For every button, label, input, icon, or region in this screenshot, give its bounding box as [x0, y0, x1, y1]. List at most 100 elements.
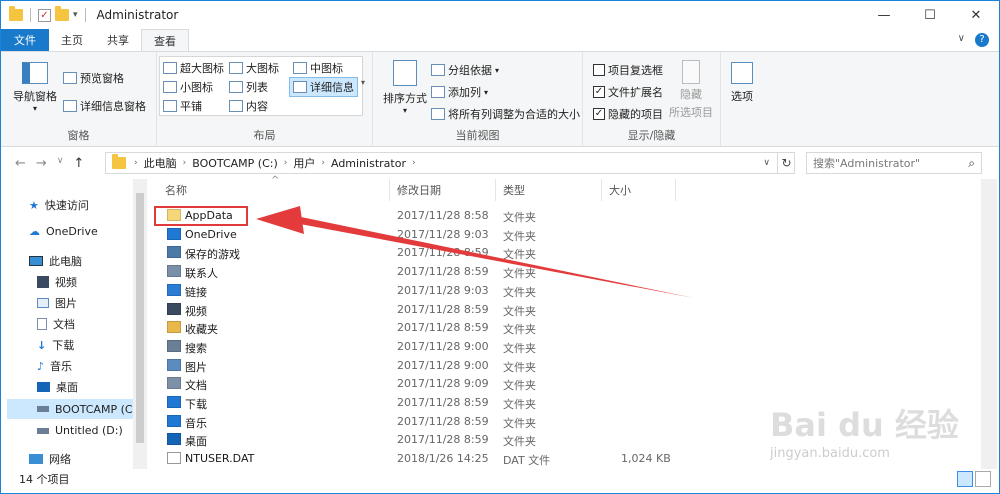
content-icon [229, 100, 243, 112]
checkbox: ✓ [593, 86, 605, 98]
xlarge-icons-icon [163, 62, 177, 74]
table-row[interactable]: NTUSER.DAT 2018/1/26 14:25 DAT 文件 1,024 KB [151, 450, 691, 469]
options-button[interactable]: 选项 [731, 62, 753, 104]
file-name: 下载 [185, 398, 207, 411]
sidebar-item-desktop[interactable]: 桌面 [37, 379, 78, 395]
sidebar-item-drive-d[interactable]: Untitled (D:) [37, 424, 123, 437]
column-header-modified[interactable]: 修改日期 [397, 179, 441, 201]
window-title: Administrator [96, 8, 179, 22]
layout-small-icons[interactable]: 小图标 [163, 79, 213, 95]
file-type: 文件夹 [503, 323, 536, 337]
table-row[interactable]: OneDrive 2017/11/28 9:03 文件夹 [151, 226, 691, 245]
watermark-url: jingyan.baidu.com [770, 446, 890, 461]
table-row[interactable]: 音乐 2017/11/28 8:59 文件夹 [151, 413, 691, 432]
preview-pane-icon [63, 72, 77, 84]
table-row[interactable]: 桌面 2017/11/28 8:59 文件夹 [151, 431, 691, 450]
item-count: 14 个项目 [19, 473, 70, 486]
fit-columns-button[interactable]: 将所有列调整为合适的大小 [431, 106, 580, 122]
search-input[interactable]: 搜索"Administrator" ⌕ [806, 152, 982, 174]
table-row[interactable]: 链接 2017/11/28 9:03 文件夹 [151, 282, 691, 301]
file-type: 文件夹 [503, 248, 536, 262]
layout-list[interactable]: 列表 [229, 79, 268, 95]
details-icon [293, 81, 307, 93]
sidebar-item-bootcamp[interactable]: BOOTCAMP (C [7, 399, 133, 419]
address-dropdown-icon[interactable]: ∨ [763, 158, 770, 168]
item-checkboxes-toggle[interactable]: 项目复选框 [593, 62, 663, 78]
column-header-size[interactable]: 大小 [609, 179, 631, 201]
forward-icon[interactable]: → [36, 156, 47, 171]
sidebar-item-this-pc[interactable]: 此电脑 [29, 253, 82, 269]
column-header-name[interactable]: 名称 [165, 179, 187, 201]
layout-xlarge-icons[interactable]: 超大图标 [163, 60, 224, 76]
minimize-button[interactable]: — [861, 1, 907, 29]
breadcrumb-this-pc[interactable]: 此电脑 [144, 155, 177, 171]
table-row[interactable]: 下载 2017/11/28 8:59 文件夹 [151, 394, 691, 413]
sidebar-item-pictures[interactable]: 图片 [37, 295, 77, 311]
maximize-button[interactable]: ☐ [907, 1, 953, 29]
back-icon[interactable]: ← [15, 156, 26, 171]
sidebar-item-quick-access[interactable]: ★ 快速访问 [29, 197, 89, 213]
folder-icon [167, 227, 181, 240]
sidebar-item-network[interactable]: 网络 [29, 451, 71, 467]
properties-icon[interactable]: ✓ [38, 8, 51, 22]
breadcrumb-administrator[interactable]: Administrator [331, 157, 406, 170]
large-icons-view-button[interactable] [975, 471, 991, 487]
table-row[interactable]: 文档 2017/11/28 9:09 文件夹 [151, 375, 691, 394]
breadcrumb-users[interactable]: 用户 [293, 155, 315, 171]
file-name: 搜索 [185, 341, 207, 355]
hide-selected-button[interactable]: 隐藏 所选项目 [669, 60, 713, 120]
file-icon [167, 452, 181, 465]
nav-pane-button[interactable]: 导航窗格 ▾ [13, 62, 57, 113]
collapse-ribbon-icon[interactable]: ∨ [958, 33, 965, 47]
refresh-button[interactable]: ↻ [777, 153, 795, 173]
file-modified: 2017/11/28 8:59 [397, 321, 489, 335]
ribbon-tabs: 文件 主页 共享 查看 ∨ ? [1, 29, 999, 51]
up-icon[interactable]: ↑ [73, 156, 84, 171]
add-column-button[interactable]: 添加列 ▾ [431, 84, 488, 100]
recent-locations-icon[interactable]: ∨ [57, 156, 64, 171]
table-row[interactable]: 收藏夹 2017/11/28 8:59 文件夹 [151, 319, 691, 338]
column-header-type[interactable]: 类型 [503, 179, 525, 201]
layout-tiles[interactable]: 平铺 [163, 98, 202, 114]
table-row[interactable]: 视频 2017/11/28 8:59 文件夹 [151, 301, 691, 320]
table-row[interactable]: 图片 2017/11/28 9:00 文件夹 [151, 357, 691, 376]
sidebar-item-music[interactable]: ♪ 音乐 [37, 358, 72, 374]
table-row[interactable]: 搜索 2017/11/28 9:00 文件夹 [151, 338, 691, 357]
sidebar-item-onedrive[interactable]: ☁ OneDrive [29, 225, 98, 238]
layout-details[interactable]: 详细信息 [289, 77, 358, 97]
tab-share[interactable]: 共享 [95, 29, 141, 51]
folder-icon [167, 377, 181, 390]
tab-view[interactable]: 查看 [141, 29, 189, 51]
tab-file[interactable]: 文件 [1, 29, 49, 51]
hidden-items-toggle[interactable]: ✓ 隐藏的项目 [593, 106, 663, 122]
sidebar-item-documents[interactable]: 文档 [37, 316, 75, 332]
layout-large-icons[interactable]: 大图标 [229, 60, 279, 76]
table-row[interactable]: 保存的游戏 2017/11/28 8:59 文件夹 [151, 244, 691, 263]
details-view-button[interactable] [957, 471, 973, 487]
layout-expand-icon[interactable]: ▾ [361, 78, 365, 87]
details-pane-button[interactable]: 详细信息窗格 [63, 98, 146, 114]
close-button[interactable]: ✕ [953, 1, 999, 29]
table-row[interactable]: 联系人 2017/11/28 8:59 文件夹 [151, 263, 691, 282]
file-name: 收藏夹 [185, 323, 218, 337]
file-extensions-toggle[interactable]: ✓ 文件扩展名 [593, 84, 663, 100]
sidebar-scrollbar[interactable] [133, 179, 147, 469]
scroll-thumb[interactable] [136, 193, 144, 443]
folder-icon [167, 283, 181, 296]
help-icon[interactable]: ? [975, 33, 989, 47]
tab-home[interactable]: 主页 [49, 29, 95, 51]
folder-icon [167, 246, 181, 259]
layout-content[interactable]: 内容 [229, 98, 268, 114]
preview-pane-button[interactable]: 预览窗格 [63, 70, 124, 86]
customize-toolbar-icon[interactable]: ▾ [73, 10, 78, 20]
group-by-button[interactable]: 分组依据 ▾ [431, 62, 499, 78]
breadcrumb-bootcamp[interactable]: BOOTCAMP (C:) [192, 157, 278, 170]
sidebar-item-videos[interactable]: 视频 [37, 274, 77, 290]
layout-medium-icons[interactable]: 中图标 [293, 60, 343, 76]
address-bar[interactable]: › 此电脑 › BOOTCAMP (C:) › 用户 › Administrat… [105, 152, 795, 174]
sidebar-item-downloads[interactable]: ↓ 下载 [37, 337, 74, 353]
new-folder-icon[interactable] [55, 6, 69, 21]
sort-by-button[interactable]: 排序方式 ▾ [383, 60, 427, 115]
desktop-icon [37, 382, 50, 392]
file-list-scrollbar[interactable] [981, 179, 997, 469]
